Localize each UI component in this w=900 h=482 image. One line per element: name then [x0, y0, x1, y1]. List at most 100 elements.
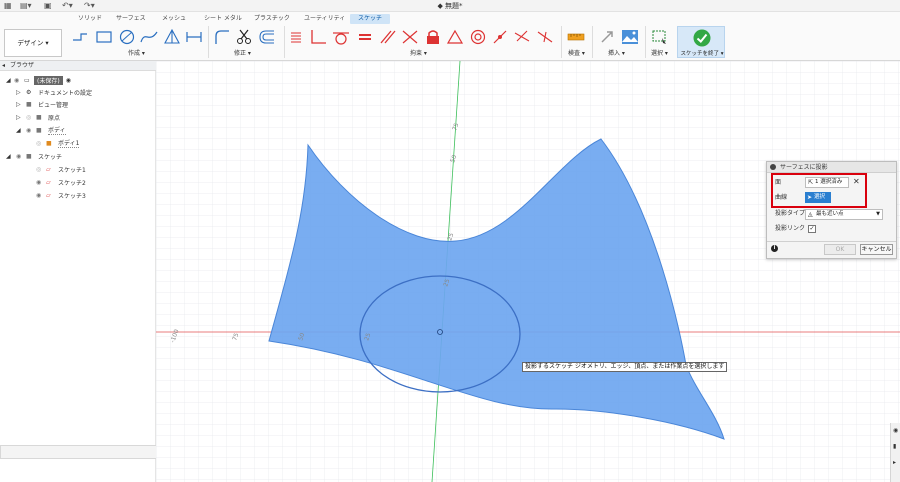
tree-label: スケッチ2	[58, 179, 86, 187]
line-icon	[73, 33, 87, 41]
tree-item-sketches[interactable]: ◢ ◉ ■ スケッチ	[6, 150, 62, 162]
cancel-button[interactable]: キャンセル	[860, 244, 893, 255]
midpoint-constraint[interactable]	[445, 26, 465, 48]
ok-button[interactable]: OK	[824, 244, 856, 255]
measure-tool[interactable]	[566, 26, 586, 48]
tree-item-root[interactable]: ◢ ◉ ▭ (未保存) ◉	[6, 74, 71, 86]
radio-icon[interactable]: ◉	[66, 77, 71, 84]
symmetry-constraint[interactable]	[490, 26, 510, 48]
expand-triangle-icon[interactable]: ◢	[16, 127, 26, 134]
insert-derive-tool[interactable]	[598, 26, 618, 48]
viewport-canvas[interactable]: -100 75 50 25 75 50 25 25 投影するスケッチ ジオメトリ…	[156, 61, 900, 482]
expand-arrow-icon[interactable]: ▷	[16, 89, 26, 96]
window-title: ◆ 無題*	[0, 1, 900, 11]
constraints-group-label[interactable]: 拘束 ▾	[410, 48, 427, 57]
ribbon-separator	[208, 26, 209, 58]
collapse-icon[interactable]: ◂	[2, 62, 5, 70]
create-group-label[interactable]: 作成 ▾	[128, 48, 145, 57]
rectangle-tool[interactable]	[94, 26, 114, 48]
nav-pan-icon[interactable]: ▮	[893, 443, 896, 450]
eye-icon[interactable]: ◉	[14, 77, 24, 84]
inspect-group-label[interactable]: 検査 ▾	[568, 48, 585, 57]
smooth-constraint[interactable]	[535, 26, 555, 48]
eye-icon[interactable]: ◉	[26, 127, 36, 134]
concentric-constraint[interactable]	[468, 26, 488, 48]
coincident-constraint[interactable]	[288, 26, 304, 48]
folder-icon: ■	[36, 113, 42, 121]
tree-item-sketch1[interactable]: ◎ ▱ スケッチ1	[36, 163, 86, 175]
ribbon-separator	[592, 26, 593, 58]
nav-orbit-icon[interactable]: ◉	[893, 427, 898, 434]
tree-label: ビュー管理	[38, 101, 69, 109]
expand-triangle-icon[interactable]: ◢	[6, 77, 14, 84]
line-tool[interactable]	[70, 26, 90, 48]
eye-icon[interactable]: ◉	[36, 192, 46, 199]
spline-tool[interactable]	[139, 26, 159, 48]
tree-item-view-management[interactable]: ▷ ■ ビュー管理	[16, 98, 68, 110]
tree-label: (未保存)	[34, 75, 63, 85]
projection-type-select[interactable]: ◬ 最も近い点 ▼	[805, 209, 883, 220]
tangent-icon	[333, 32, 349, 45]
slot-tool[interactable]	[184, 26, 204, 48]
circle-tool[interactable]	[117, 26, 137, 48]
navigation-bar[interactable]: ◉ ▮ ▸	[890, 423, 900, 482]
expand-arrow-icon[interactable]: ▷	[16, 114, 26, 121]
eye-icon[interactable]: ◉	[36, 179, 46, 186]
equal-constraint[interactable]	[355, 26, 375, 48]
parallel-constraint[interactable]	[378, 26, 398, 48]
projection-type-icon: ◬	[808, 211, 813, 218]
eye-hidden-icon[interactable]: ◎	[36, 140, 46, 147]
horizontal-constraint[interactable]	[512, 26, 532, 48]
tab-solid[interactable]: ソリッド	[78, 14, 102, 24]
tree-item-bodies[interactable]: ◢ ◉ ■ ボディ	[16, 124, 66, 136]
modify-group-label[interactable]: 修正 ▾	[234, 48, 251, 57]
projection-type-label: 投影タイプ	[775, 210, 806, 217]
expand-triangle-icon[interactable]: ◢	[6, 153, 16, 160]
tree-item-origin[interactable]: ▷ ◎ ■ 原点	[16, 111, 60, 123]
select-tool[interactable]	[650, 26, 670, 48]
dialog-collapse-icon[interactable]	[770, 164, 776, 170]
select-box-icon	[652, 30, 666, 44]
info-icon[interactable]: i	[771, 245, 778, 252]
eye-hidden-icon[interactable]: ◎	[26, 114, 36, 121]
browser-header[interactable]: ◂ ブラウザ	[0, 61, 156, 71]
insert-canvas-tool[interactable]	[620, 26, 640, 48]
selection-tooltip: 投影するスケッチ ジオメトリ、エッジ、頂点、または作業点を選択します	[522, 362, 728, 372]
fix-constraint[interactable]	[423, 26, 443, 48]
perpendicular-icon	[311, 30, 326, 44]
tab-mesh[interactable]: メッシュ	[162, 14, 186, 24]
select-group-label[interactable]: 選択 ▾	[651, 48, 668, 57]
chevron-down-icon: ▼	[876, 211, 880, 217]
tab-utility[interactable]: ユーティリティ	[304, 14, 345, 24]
tree-item-sketch2[interactable]: ◉ ▱ スケッチ2	[36, 176, 86, 188]
eye-icon[interactable]: ◉	[16, 153, 26, 160]
tree-item-sketch3[interactable]: ◉ ▱ スケッチ3	[36, 189, 86, 201]
offset-tool[interactable]	[257, 26, 277, 48]
finish-sketch-button[interactable]: スケッチを終了 ▾	[677, 26, 725, 58]
folder-icon: ■	[26, 100, 32, 108]
tab-sketch[interactable]: スケッチ	[350, 14, 391, 24]
tree-item-document-settings[interactable]: ▷ ⚙ ドキュメントの設定	[16, 86, 92, 98]
perpendicular-constraint[interactable]	[307, 26, 329, 48]
collinear-constraint[interactable]	[400, 26, 420, 48]
design-workspace-button[interactable]: デザイン ▾	[4, 29, 62, 57]
dialog-header[interactable]: サーフェスに投影	[767, 162, 896, 173]
projection-link-checkbox[interactable]: ✓	[808, 225, 816, 233]
body-icon: ■	[46, 139, 52, 147]
insert-group-label[interactable]: 挿入 ▾	[608, 48, 625, 57]
fillet-tool[interactable]	[212, 26, 232, 48]
tab-surface[interactable]: サーフェス	[116, 14, 146, 24]
nav-zoom-icon[interactable]: ▸	[893, 459, 896, 466]
eye-hidden-icon[interactable]: ◎	[36, 166, 46, 173]
tree-label: スケッチ3	[58, 192, 86, 200]
polygon-tool[interactable]	[162, 26, 182, 48]
tangent-constraint[interactable]	[331, 26, 351, 48]
highlight-frame	[771, 173, 867, 208]
tree-item-body1[interactable]: ◎ ■ ボディ1	[36, 137, 80, 149]
tab-sheet-metal[interactable]: シート メタル	[204, 14, 242, 24]
sketch-icon: ▱	[46, 165, 51, 173]
tab-plastic[interactable]: プラスチック	[254, 14, 290, 24]
rectangle-icon	[96, 31, 112, 43]
expand-arrow-icon[interactable]: ▷	[16, 101, 26, 108]
trim-tool[interactable]	[234, 26, 254, 48]
